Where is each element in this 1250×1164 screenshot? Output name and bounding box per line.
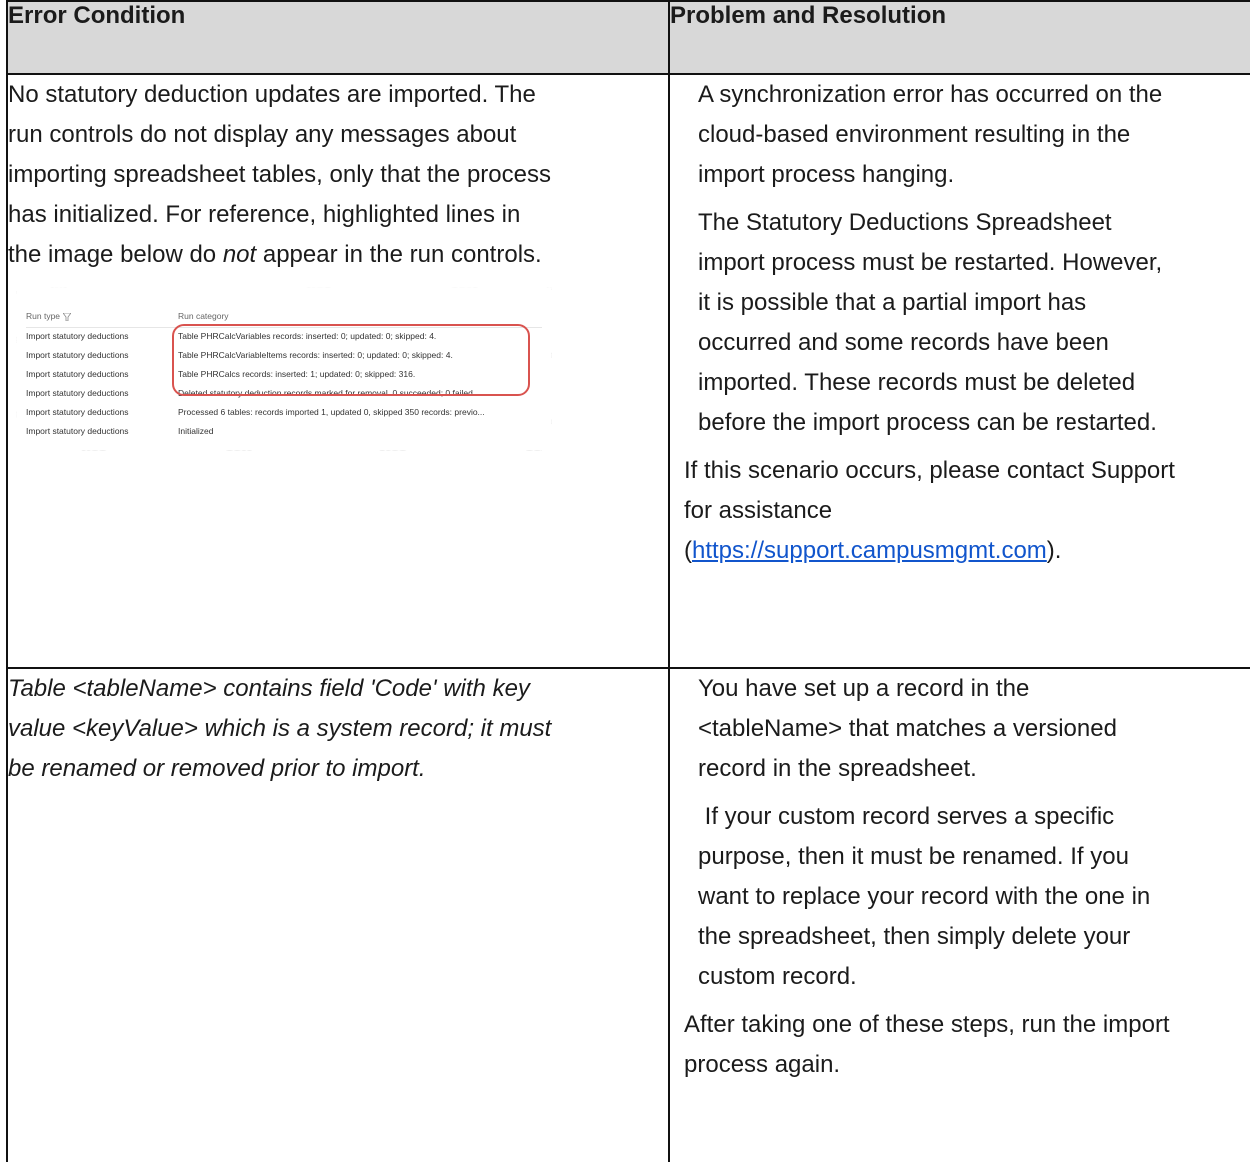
row2-right-line: want to replace your record with the one…	[698, 883, 1151, 910]
screenshot-row: Import statutory deductions Initialized	[26, 426, 214, 436]
row1-left-line: run controls do not display any messages…	[8, 121, 517, 148]
row1-right-line: A synchronization error has occurred on …	[698, 81, 1163, 108]
row2-problem-resolution: You have set up a record in the <tableNa…	[669, 668, 1250, 1162]
filter-icon	[63, 312, 72, 321]
row1-right-line: import process must be restarted. Howeve…	[698, 249, 1163, 276]
contact-support-line: for assistance	[684, 497, 833, 524]
row2-right-line: the spreadsheet, then simply delete your	[698, 923, 1131, 950]
row1-left-line: No statutory deduction updates are impor…	[8, 81, 536, 108]
row2-right-line: If your custom record serves a specific	[698, 803, 1115, 830]
support-link[interactable]: https://support.campusmgmt.com	[692, 537, 1047, 564]
row1-left-line: importing spreadsheet tables, only that …	[8, 161, 551, 188]
contact-support-line: If this scenario occurs, please contact …	[684, 457, 1175, 484]
row1-error-condition: No statutory deduction updates are impor…	[6, 74, 670, 669]
row1-right-line: import process hanging.	[698, 161, 955, 188]
row1-right-line: occurred and some records have been	[698, 329, 1109, 356]
screenshot-row: Import statutory deductions Processed 6 t…	[26, 407, 485, 417]
header-problem-resolution: Problem and Resolution	[669, 0, 1250, 75]
row2-right-line: purpose, then it must be renamed. If you	[698, 843, 1129, 870]
header-error-condition: Error Condition	[6, 0, 670, 75]
row1-right-line: imported. These records must be deleted	[698, 369, 1136, 396]
emphasis-not: not	[222, 241, 257, 268]
support-link-line: (https://support.campusmgmt.com).	[684, 537, 1062, 564]
row2-left-line: Table <tableName> contains field 'Code' …	[8, 675, 530, 702]
row2-right-line: record in the spreadsheet.	[698, 755, 977, 782]
error-resolution-table: Error Condition Problem and Resolution N…	[6, 0, 1250, 1162]
row2-right-line: You have set up a record in the	[698, 675, 1030, 702]
row1-problem-resolution: A synchronization error has occurred on …	[669, 74, 1250, 669]
row2-right-line: <tableName> that matches a versioned	[698, 715, 1117, 742]
after-steps-line: process again.	[684, 1051, 841, 1078]
row2-left-line: be renamed or removed prior to import.	[8, 755, 426, 782]
row1-right-line: cloud-based environment resulting in the	[698, 121, 1131, 148]
row1-left-line: the image below do not appear in the run…	[8, 241, 542, 268]
row1-right-line: The Statutory Deductions Spreadsheet	[698, 209, 1112, 236]
after-steps-line: After taking one of these steps, run the…	[684, 1011, 1170, 1038]
row2-right-line: custom record.	[698, 963, 857, 990]
row1-left-line: has initialized. For reference, highligh…	[8, 201, 521, 228]
row1-right-line: it is possible that a partial import has	[698, 289, 1087, 316]
row2-left-line: value <keyValue> which is a system recor…	[8, 715, 552, 742]
highlight-oval	[172, 324, 530, 396]
column-run-type: Run type	[26, 311, 61, 321]
run-controls-screenshot: Run type Run category Import statutory d…	[16, 287, 552, 451]
row1-right-line: before the import process can be restart…	[698, 409, 1157, 436]
row2-error-condition: Table <tableName> contains field 'Code' …	[6, 668, 670, 1162]
